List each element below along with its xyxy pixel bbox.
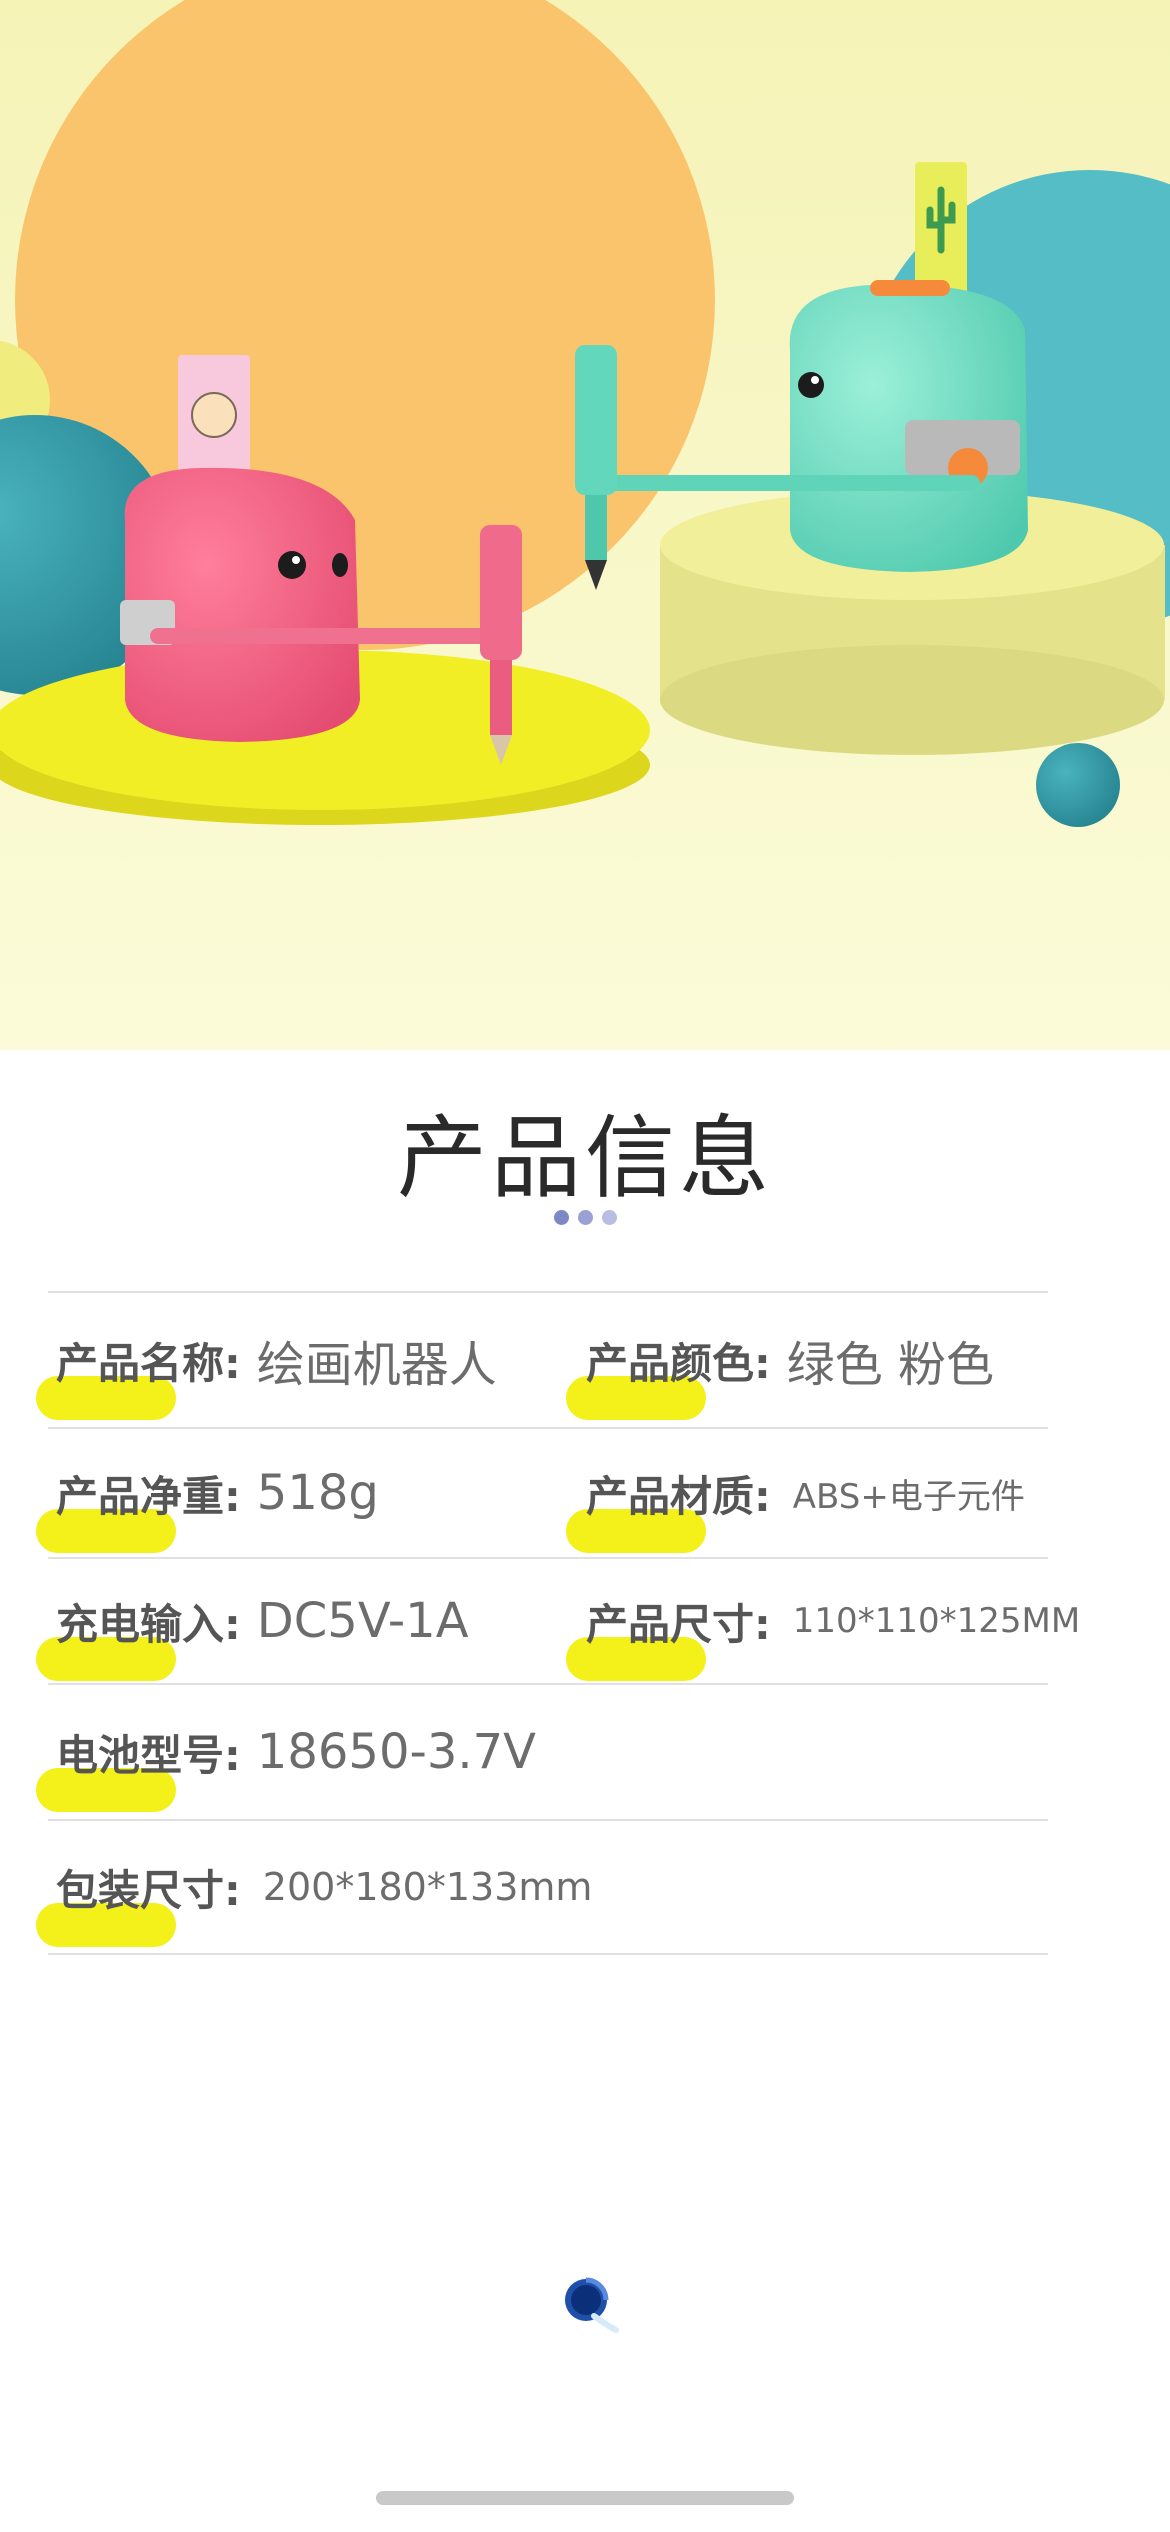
spec-cell-package: 包装尺寸: 200*180*133mm xyxy=(36,1821,593,1953)
spec-label: 电池型号: xyxy=(36,1722,241,1812)
product-hero-image xyxy=(0,0,1170,1050)
section-title: 产品信息 xyxy=(397,1106,773,1211)
spec-label: 产品颜色: xyxy=(566,1330,771,1420)
home-indicator[interactable] xyxy=(376,2491,794,2505)
spec-label: 产品材质: xyxy=(566,1463,771,1553)
spec-value: 18650-3.7V xyxy=(256,1724,536,1780)
spec-row: 产品净重: 518g 产品材质: ABS+电子元件 xyxy=(36,1429,1048,1557)
spec-row: 电池型号: 18650-3.7V xyxy=(36,1685,1048,1819)
spec-value: 518g xyxy=(256,1465,379,1521)
spec-cell-battery: 电池型号: 18650-3.7V xyxy=(36,1685,536,1819)
spec-label: 充电输入: xyxy=(36,1591,241,1681)
spec-cell-material: 产品材质: ABS+电子元件 xyxy=(566,1429,1025,1557)
spec-cell-input: 充电输入: DC5V-1A xyxy=(36,1559,469,1683)
spec-value: 绘画机器人 xyxy=(256,1337,497,1393)
spec-value: 110*110*125MM xyxy=(792,1601,1081,1641)
spec-cell-size: 产品尺寸: 110*110*125MM xyxy=(566,1559,1081,1683)
spec-value: DC5V-1A xyxy=(256,1593,469,1649)
spec-label: 包装尺寸: xyxy=(36,1857,241,1947)
spec-row: 产品名称: 绘画机器人 产品颜色: 绿色 粉色 xyxy=(36,1293,1048,1427)
decoration-dot xyxy=(601,1210,617,1225)
product-spec-table: 产品名称: 绘画机器人 产品颜色: 绿色 粉色 产品净重: 518g 产品材质:… xyxy=(36,1291,1080,1955)
decoration-dot xyxy=(553,1210,569,1225)
spec-label: 产品净重: xyxy=(36,1463,241,1553)
spec-label: 产品尺寸: xyxy=(566,1591,771,1681)
spec-row: 充电输入: DC5V-1A 产品尺寸: 110*110*125MM xyxy=(36,1559,1080,1683)
spec-row: 包装尺寸: 200*180*133mm xyxy=(36,1821,1048,1953)
spec-cell-weight: 产品净重: 518g xyxy=(36,1429,379,1557)
decoration-dot xyxy=(577,1210,593,1225)
spec-value: ABS+电子元件 xyxy=(792,1476,1025,1517)
spec-cell-name: 产品名称: 绘画机器人 xyxy=(36,1293,497,1427)
spec-value: 200*180*133mm xyxy=(262,1865,593,1909)
spec-cell-color: 产品颜色: 绿色 粉色 xyxy=(566,1293,995,1427)
spec-label: 产品名称: xyxy=(36,1330,241,1420)
row-divider xyxy=(48,1953,1048,1955)
spec-value: 绿色 粉色 xyxy=(786,1337,995,1393)
title-decoration-dots xyxy=(0,1210,1170,1225)
loading-spinner-icon xyxy=(556,2270,626,2340)
drawing-robots-illustration xyxy=(0,0,1170,1050)
